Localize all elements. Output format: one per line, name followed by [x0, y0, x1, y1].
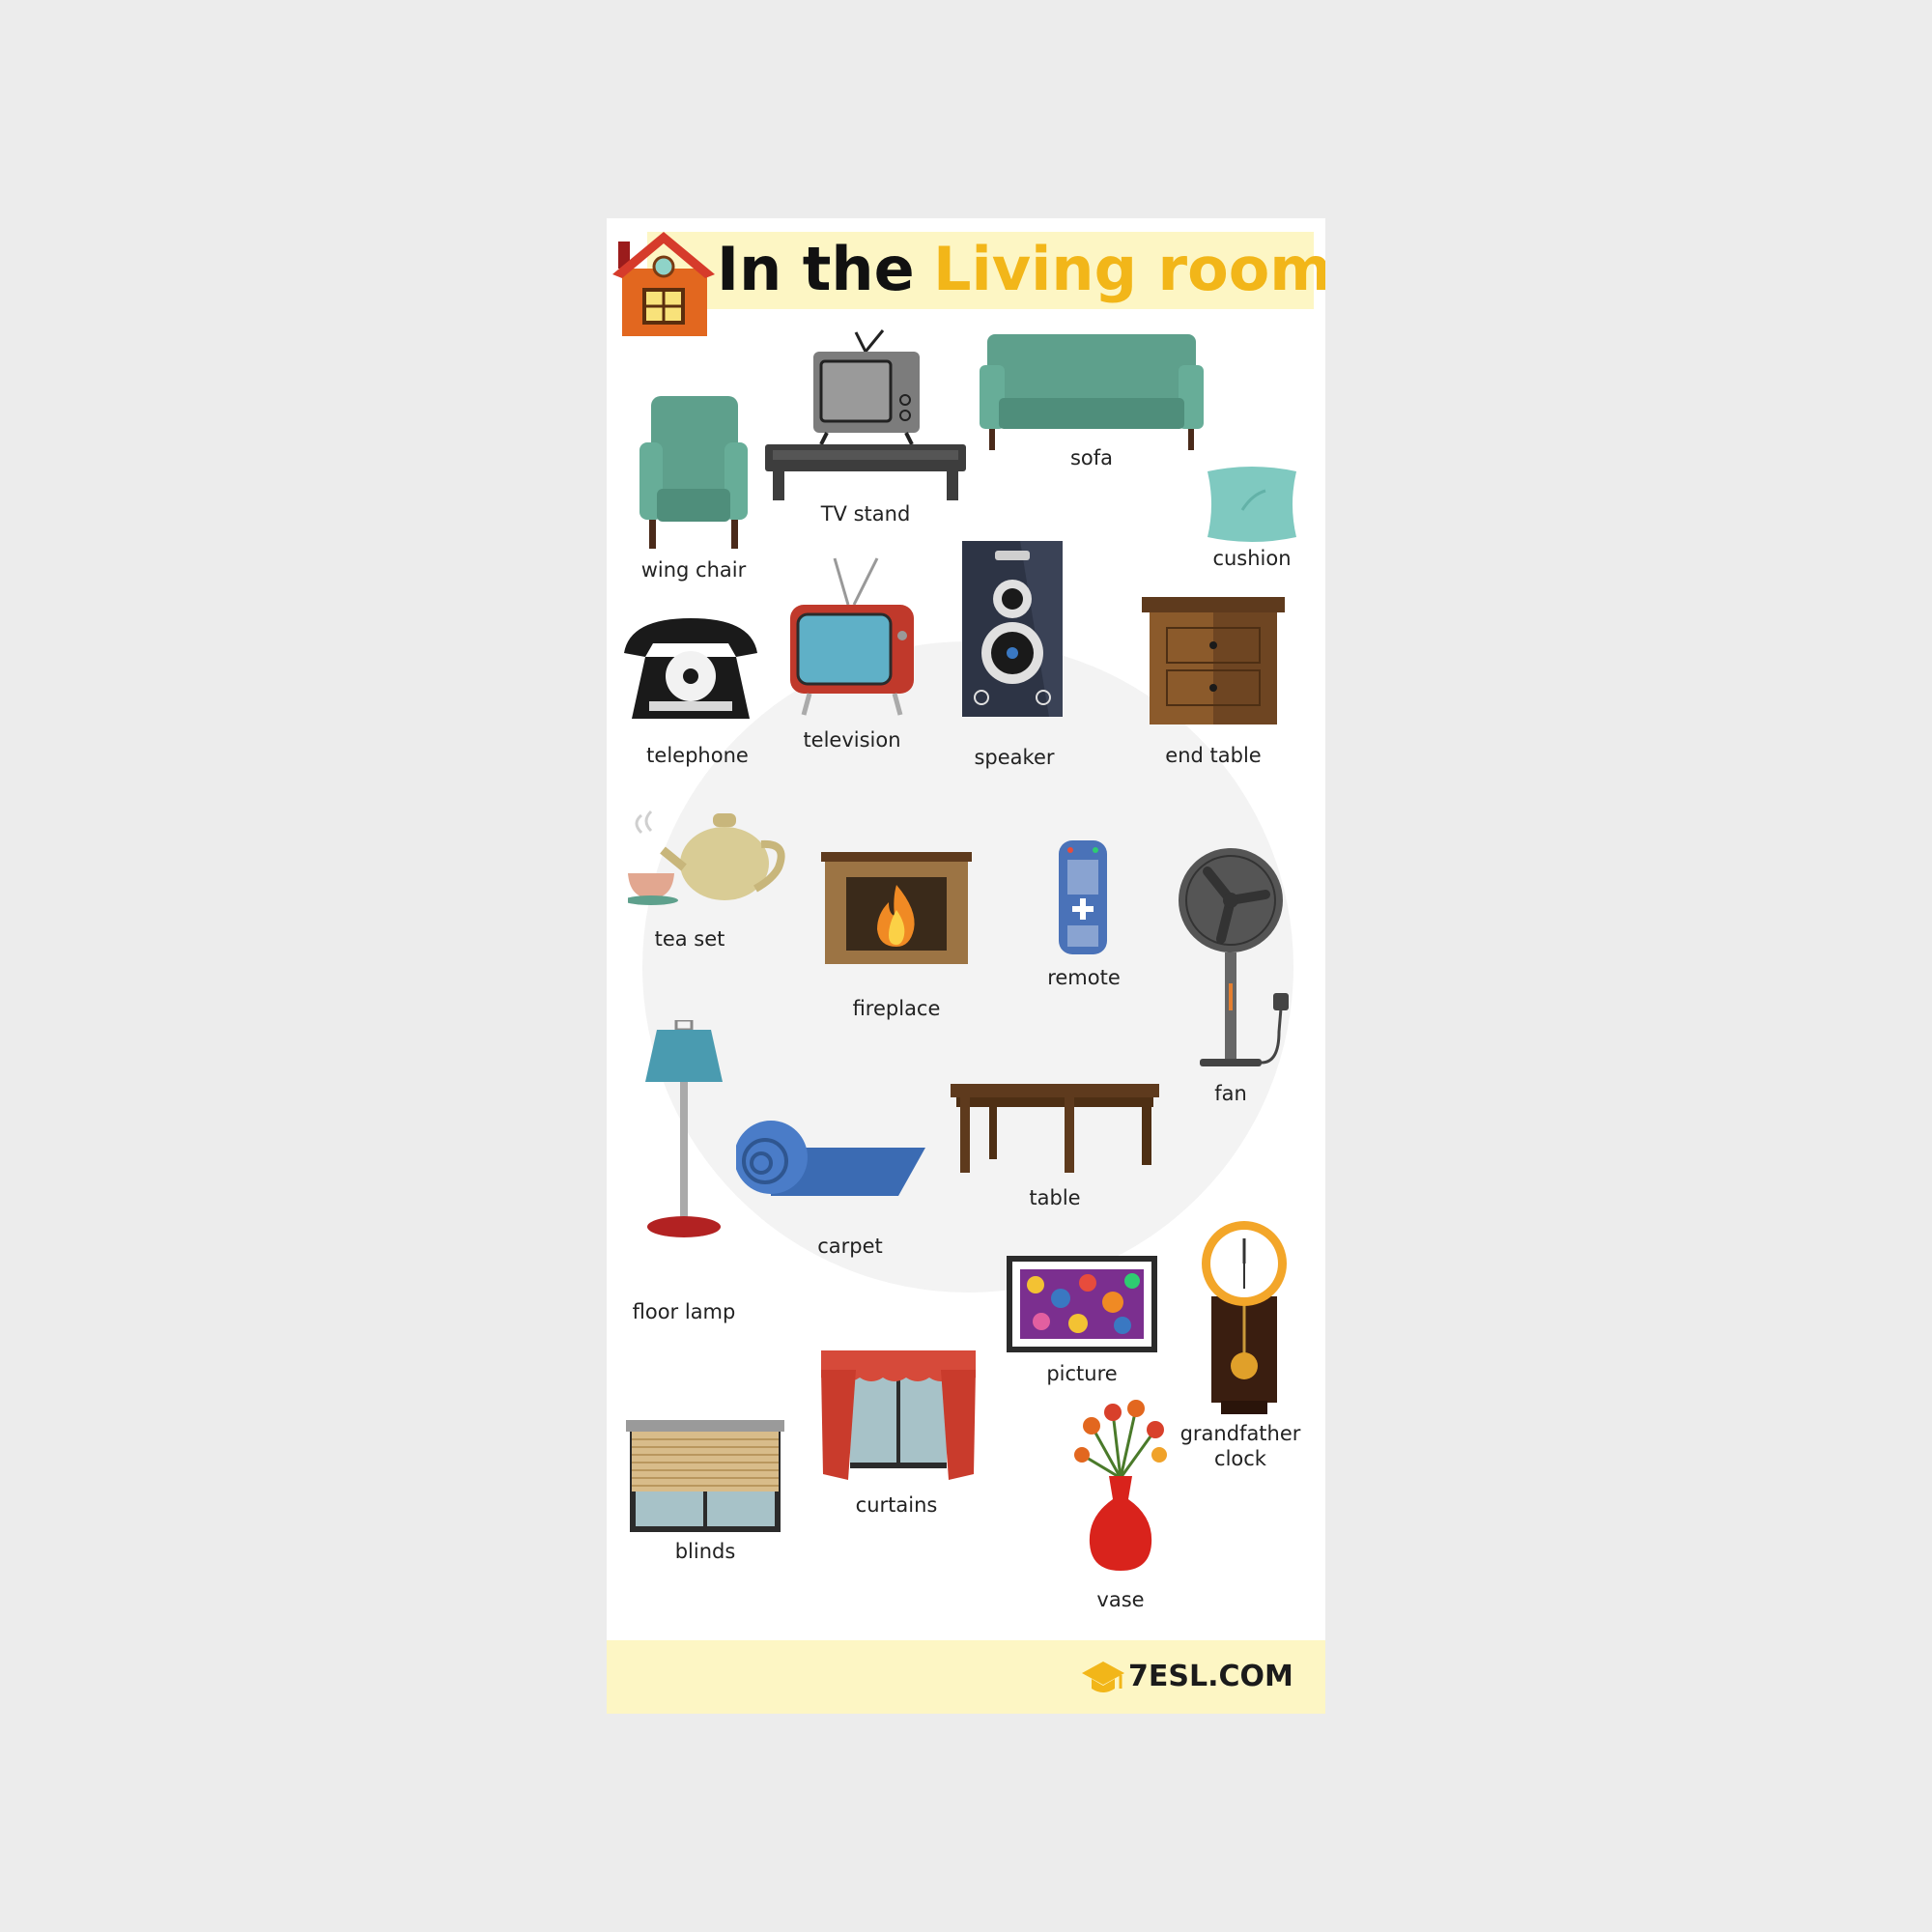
- television-icon: [790, 557, 914, 716]
- picture-label: picture: [1046, 1362, 1118, 1385]
- infographic-card: In the Living room wing chair TV stand s…: [607, 218, 1325, 1714]
- end-table-icon: [1142, 597, 1285, 724]
- tv-stand-item: [765, 328, 966, 502]
- picture-icon: [1007, 1256, 1157, 1352]
- remote-item: [1059, 840, 1107, 954]
- carpet-label: carpet: [817, 1235, 883, 1258]
- table-label: table: [1029, 1186, 1081, 1209]
- wing-chair-item: [639, 396, 748, 549]
- blinds-label: blinds: [674, 1540, 736, 1563]
- vase-icon: [1074, 1400, 1167, 1571]
- end-table-label: end table: [1165, 744, 1262, 767]
- tv-stand-label: TV stand: [820, 502, 911, 526]
- house-icon: [612, 232, 715, 336]
- title-part-2: Living room: [933, 234, 1325, 304]
- floor-lamp-label: floor lamp: [632, 1300, 736, 1323]
- brand-logo-text[interactable]: 7ESL.COM: [1128, 1660, 1293, 1694]
- speaker-icon: [962, 541, 1063, 717]
- title-part-1: In the: [717, 234, 915, 304]
- table-icon: [951, 1084, 1159, 1173]
- floor-lamp-icon: [645, 1020, 723, 1237]
- footer-banner: 7ESL.COM: [607, 1640, 1325, 1714]
- blinds-icon: [626, 1420, 784, 1532]
- fan-item: [1179, 848, 1294, 1072]
- cushion-item: [1204, 466, 1300, 543]
- sofa-label: sofa: [1069, 446, 1114, 469]
- grandfather-clock-icon: [1202, 1221, 1287, 1414]
- television-label: television: [803, 728, 901, 752]
- vase-label: vase: [1096, 1588, 1145, 1611]
- tea-set-icon: [628, 810, 785, 905]
- telephone-icon: [624, 618, 757, 719]
- speaker-item: [962, 541, 1063, 717]
- curtains-item: [821, 1350, 976, 1480]
- remote-label: remote: [1047, 966, 1121, 989]
- blinds-item: [626, 1420, 784, 1532]
- tea-set-label: tea set: [654, 927, 725, 951]
- carpet-item: [736, 1107, 925, 1196]
- curtains-icon: [821, 1350, 976, 1480]
- telephone-label: telephone: [646, 744, 749, 767]
- table-item: [951, 1084, 1159, 1173]
- grandfather-clock-label-line2: clock: [1214, 1447, 1266, 1470]
- tea-set-item: [628, 806, 790, 906]
- television-item: [790, 556, 914, 717]
- cushion-label: cushion: [1212, 547, 1292, 570]
- fan-label: fan: [1214, 1082, 1247, 1105]
- tv-stand-icon: [765, 329, 966, 500]
- fireplace-item: [821, 852, 972, 964]
- wing-chair-icon: [639, 396, 748, 549]
- sofa-icon: [980, 334, 1204, 450]
- curtains-label: curtains: [855, 1493, 938, 1517]
- remote-icon: [1059, 840, 1107, 954]
- speaker-label: speaker: [974, 746, 1055, 769]
- cushion-icon: [1208, 467, 1296, 542]
- floor-lamp-item: [643, 1020, 724, 1238]
- carpet-icon: [736, 1121, 925, 1196]
- picture-item: [1007, 1256, 1157, 1352]
- fireplace-label: fireplace: [852, 997, 941, 1020]
- grandfather-clock-item: [1200, 1219, 1289, 1414]
- sofa-item: [980, 334, 1204, 450]
- fireplace-icon: [821, 852, 972, 964]
- graduation-cap-icon: [1082, 1662, 1124, 1692]
- telephone-item: [620, 618, 761, 724]
- wing-chair-label: wing chair: [640, 558, 747, 582]
- fan-icon: [1179, 848, 1289, 1066]
- end-table-item: [1142, 597, 1285, 724]
- grandfather-clock-label-line1: grandfather: [1179, 1422, 1301, 1445]
- vase-item: [1072, 1397, 1169, 1573]
